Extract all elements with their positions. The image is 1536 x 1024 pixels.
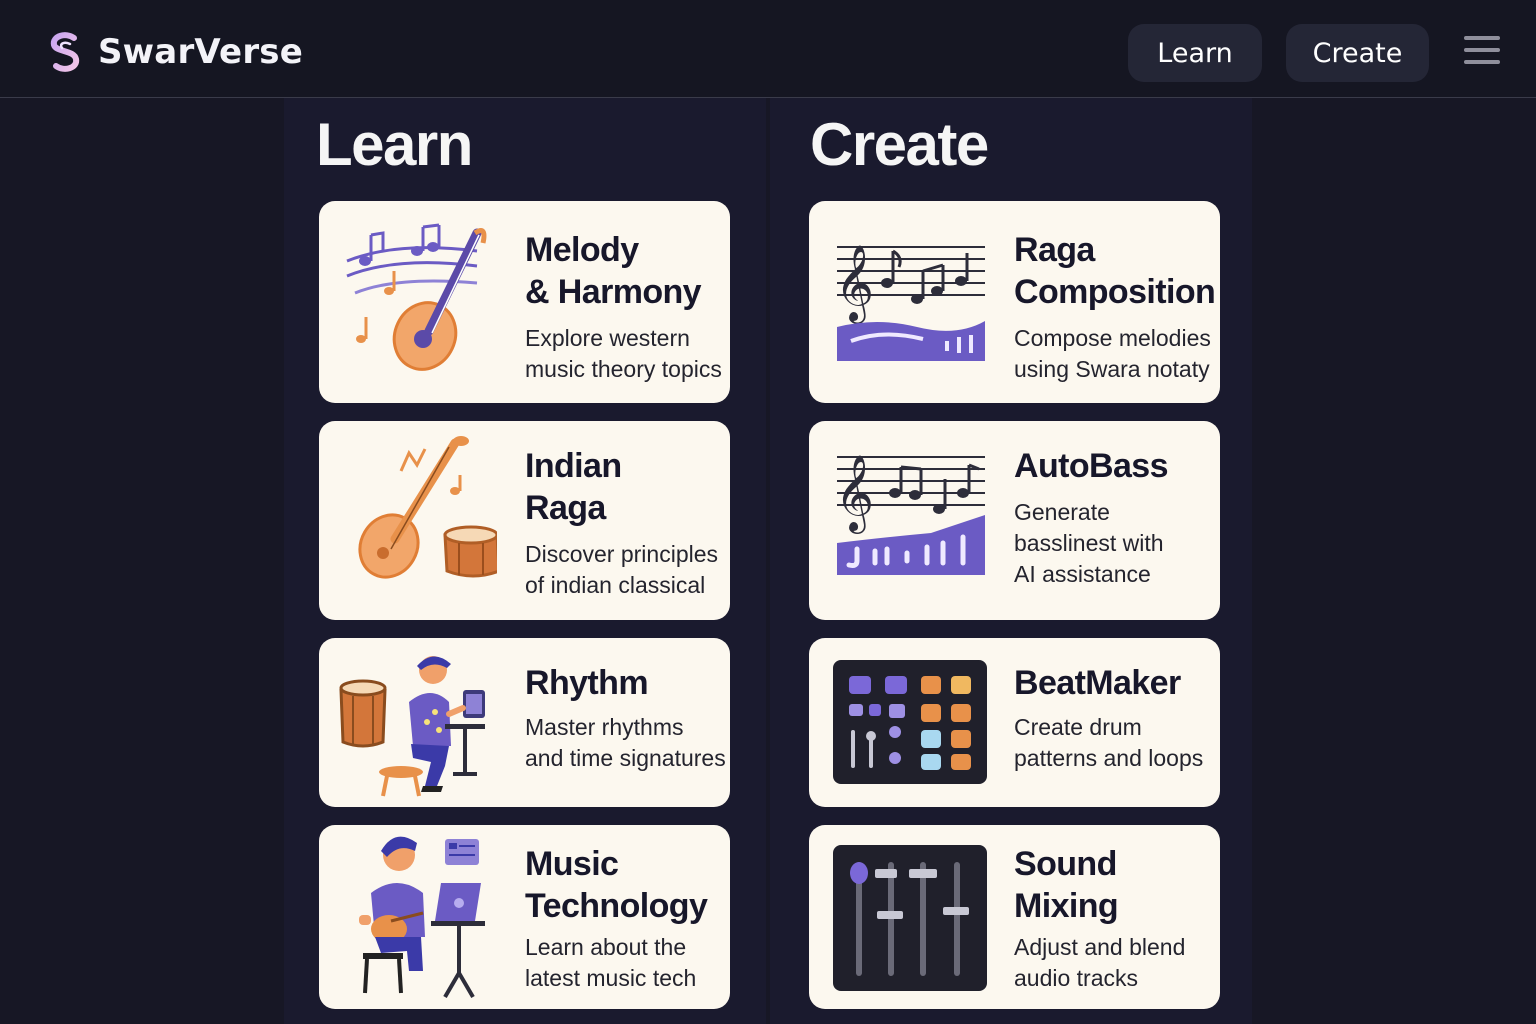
- card-description: Create drum patterns and loops: [1014, 714, 1204, 771]
- sitar-tabla-icon: [358, 436, 497, 579]
- learn-heading: Learn: [316, 111, 473, 178]
- staff-notation-icon: 𝄞: [835, 244, 985, 361]
- lute-notes-icon: [346, 223, 487, 371]
- card-title: Sound Mixing: [1014, 845, 1119, 925]
- drummer-person-icon: [339, 656, 485, 797]
- card-title: Raga Composition: [1014, 231, 1216, 311]
- card-description: Compose melodies using Swara notaty: [1014, 325, 1211, 382]
- create-heading: Create: [810, 111, 989, 178]
- card-title: Rhythm: [525, 664, 649, 702]
- svg-text:𝄞: 𝄞: [835, 454, 874, 534]
- card-title: BeatMaker: [1014, 664, 1181, 702]
- card-sound-mixing[interactable]: Sound Mixing Adjust and blend audio tracks: [809, 825, 1220, 1009]
- nav-create-button[interactable]: Create: [1286, 24, 1429, 82]
- card-title: Melody & Harmony: [525, 231, 702, 311]
- top-nav-bar: SwarVerse Learn Create: [0, 0, 1536, 98]
- card-beatmaker[interactable]: BeatMaker Create drum patterns and loops: [809, 638, 1220, 807]
- brand-name: SwarVerse: [98, 32, 303, 72]
- bass-staff-icon: 𝄞: [835, 454, 985, 575]
- card-music-technology[interactable]: Music Technology Learn about the latest mu…: [319, 825, 730, 1009]
- card-indian-raga[interactable]: Indian Raga Discover principles of indian …: [319, 421, 730, 620]
- nav-learn-button[interactable]: Learn: [1128, 24, 1262, 82]
- card-autobass[interactable]: 𝄞 AutoBass Generate basslinest with AI ass…: [809, 421, 1220, 620]
- card-description: Adjust and blend audio tracks: [1014, 934, 1186, 991]
- card-rhythm[interactable]: Rhythm Master rhythms and time signatures: [319, 638, 730, 807]
- drum-pad-icon: [833, 660, 987, 784]
- card-description: Learn about the latest music tech: [525, 934, 697, 991]
- card-description: Generate basslinest with AI assistance: [1014, 499, 1164, 587]
- swarverse-logo-icon: [50, 32, 80, 72]
- card-description: Explore western music theory topics: [525, 325, 722, 382]
- card-title: Indian Raga: [525, 447, 622, 527]
- card-raga-composition[interactable]: 𝄞 Raga Composition Compose melodies using …: [809, 201, 1220, 403]
- svg-text:𝄞: 𝄞: [835, 244, 874, 324]
- card-melody-harmony[interactable]: Melody & Harmony Explore western music the…: [319, 201, 730, 403]
- card-title: Music Technology: [525, 845, 708, 925]
- card-description: Master rhythms and time signatures: [525, 714, 726, 771]
- person-laptop-icon: [359, 836, 485, 999]
- card-description: Discover principles of indian classical: [525, 541, 719, 598]
- hamburger-menu-icon[interactable]: [1464, 36, 1500, 70]
- mixer-faders-icon: [833, 845, 987, 991]
- card-title: AutoBass: [1014, 447, 1169, 485]
- brand[interactable]: SwarVerse: [44, 30, 303, 74]
